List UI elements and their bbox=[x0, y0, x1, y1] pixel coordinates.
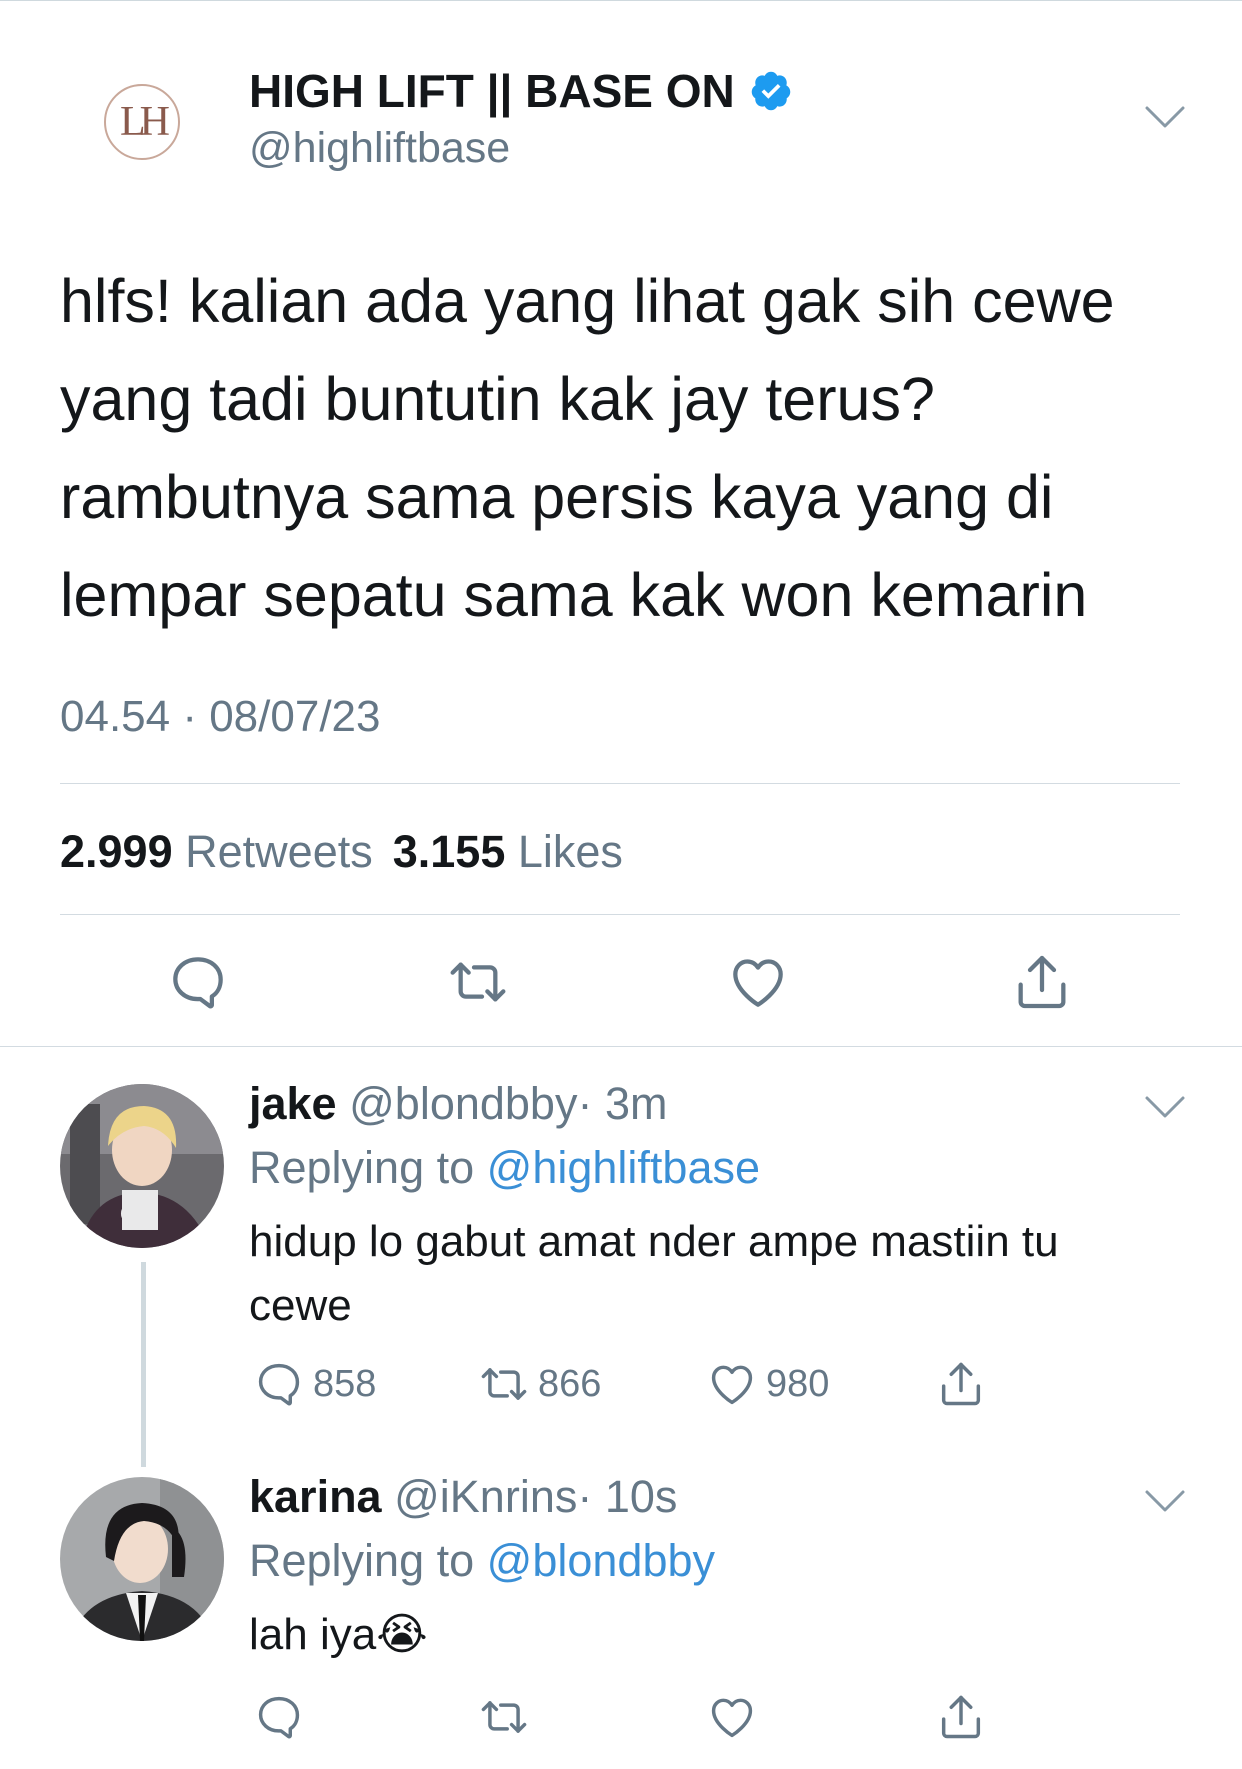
reply-icon bbox=[258, 1363, 300, 1406]
tweet-text: hlfs! kalian ada yang lihat gak sih cewe… bbox=[60, 267, 1115, 629]
section-divider bbox=[0, 1046, 1242, 1047]
reply-text: lah iya😭 bbox=[249, 1610, 428, 1659]
reply-action[interactable] bbox=[253, 1691, 313, 1743]
reply-time[interactable]: · 10s bbox=[577, 1471, 677, 1522]
share-action[interactable] bbox=[935, 1358, 995, 1410]
retweet-icon bbox=[481, 1368, 527, 1400]
thread-line bbox=[141, 1262, 146, 1467]
reply-text: hidup lo gabut amat nder ampe mastiin tu… bbox=[249, 1217, 1059, 1330]
retweet-icon bbox=[481, 1701, 527, 1733]
share-icon bbox=[941, 1695, 981, 1739]
retweets-label: Retweets bbox=[185, 826, 373, 877]
likes-stat[interactable]: 3.155 Likes bbox=[393, 826, 623, 877]
reply-display-name[interactable]: karina bbox=[249, 1471, 382, 1522]
chevron-down-icon[interactable] bbox=[1143, 1486, 1187, 1516]
reply-handle[interactable]: @iKnrins bbox=[394, 1471, 577, 1522]
retweets-stat[interactable]: 2.999 Retweets bbox=[60, 826, 373, 877]
reply-header: jake @blondbby· 3m bbox=[249, 1078, 667, 1130]
retweet-icon[interactable] bbox=[446, 950, 510, 1014]
like-icon bbox=[711, 1698, 753, 1738]
likes-count: 3.155 bbox=[392, 826, 506, 877]
reply-action[interactable]: 858 bbox=[253, 1358, 376, 1410]
avatar-logo: LH bbox=[120, 99, 170, 145]
reply-header: karina @iKnrins· 10s bbox=[249, 1471, 677, 1523]
display-name-text: HIGH LIFT || BASE ON bbox=[249, 65, 735, 117]
reply-icon[interactable] bbox=[166, 950, 230, 1014]
replying-to: Replying to @highliftbase bbox=[249, 1142, 760, 1194]
reply-display-name[interactable]: jake bbox=[249, 1078, 337, 1129]
reply-time[interactable]: · 3m bbox=[577, 1078, 667, 1129]
divider bbox=[60, 783, 1180, 784]
avatar-photo bbox=[60, 1477, 224, 1641]
reply-handle[interactable]: @blondbby bbox=[349, 1078, 577, 1129]
like-action[interactable] bbox=[706, 1691, 766, 1743]
avatar[interactable]: GU bbox=[60, 1084, 224, 1248]
like-icon[interactable] bbox=[726, 950, 790, 1014]
avatar-photo: GU bbox=[60, 1084, 224, 1248]
handle[interactable]: @highliftbase bbox=[249, 124, 510, 173]
like-count: 980 bbox=[766, 1362, 830, 1405]
share-icon bbox=[941, 1362, 981, 1406]
avatar[interactable] bbox=[60, 1477, 224, 1641]
retweet-action[interactable]: 866 bbox=[478, 1358, 601, 1410]
tweet-stats: 2.999 Retweets 3.155 Likes bbox=[60, 826, 623, 878]
replying-to: Replying to @blondbby bbox=[249, 1535, 715, 1587]
tweet-timestamp[interactable]: 04.54 · 08/07/23 bbox=[60, 692, 380, 742]
retweet-count: 866 bbox=[538, 1362, 602, 1405]
replying-to-prefix: Replying to bbox=[249, 1142, 475, 1193]
share-icon[interactable] bbox=[1010, 950, 1074, 1014]
top-divider bbox=[0, 0, 1242, 1]
display-name[interactable]: HIGH LIFT || BASE ON bbox=[249, 64, 793, 118]
retweet-action[interactable] bbox=[478, 1691, 538, 1743]
avatar[interactable]: LH bbox=[104, 84, 180, 160]
retweets-count: 2.999 bbox=[60, 826, 173, 877]
replying-to-link[interactable]: @blondbby bbox=[487, 1535, 715, 1586]
reply-icon bbox=[258, 1696, 300, 1739]
verified-badge-icon bbox=[751, 71, 790, 111]
chevron-down-icon[interactable] bbox=[1143, 102, 1187, 132]
likes-label: Likes bbox=[517, 826, 623, 877]
share-action[interactable] bbox=[935, 1691, 995, 1743]
divider bbox=[60, 914, 1180, 915]
replying-to-prefix: Replying to bbox=[249, 1535, 475, 1586]
like-action[interactable]: 980 bbox=[706, 1358, 829, 1410]
replying-to-link[interactable]: @highliftbase bbox=[487, 1142, 760, 1193]
avatar-jacket-text: GU bbox=[120, 1201, 156, 1228]
like-icon bbox=[711, 1365, 753, 1405]
reply-count: 858 bbox=[313, 1362, 377, 1405]
chevron-down-icon[interactable] bbox=[1143, 1092, 1187, 1122]
